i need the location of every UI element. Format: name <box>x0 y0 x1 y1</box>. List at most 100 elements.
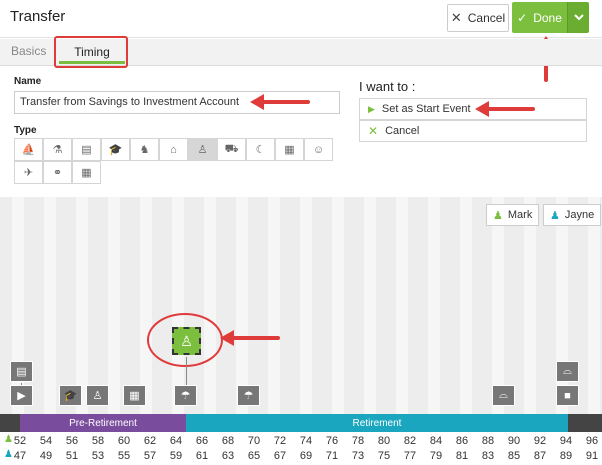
money-bag-icon: ♙ <box>92 390 103 402</box>
timeline-stripe <box>332 197 344 415</box>
timeline-event-marker[interactable]: ⌓ <box>492 385 515 406</box>
phase-pre-retirement[interactable]: Pre-Retirement <box>20 414 186 432</box>
timeline-stripe <box>204 197 216 415</box>
age-label: 76 <box>325 435 339 447</box>
name-label: Name <box>14 76 42 87</box>
timeline-stripe <box>460 197 472 415</box>
close-icon: ✕ <box>450 10 462 25</box>
age-label: 51 <box>65 450 79 462</box>
timeline-stripe <box>140 197 152 415</box>
age-label: 70 <box>247 435 261 447</box>
timeline-bar-start <box>0 414 20 432</box>
moon-icon: ☾ <box>255 144 266 156</box>
age-label: 71 <box>325 450 339 462</box>
money-bag-icon: ♙ <box>197 144 208 156</box>
timeline-event-marker[interactable]: ▤ <box>10 361 33 382</box>
type-rocking-horse[interactable]: ♞ <box>130 138 159 161</box>
age-label: 81 <box>455 450 469 462</box>
play-icon: ▶ <box>368 103 375 114</box>
tab-basics[interactable]: Basics <box>11 44 46 58</box>
age-label: 56 <box>65 435 79 447</box>
flask-icon: ⚗ <box>52 144 63 156</box>
timeline-start-marker[interactable]: ▶ <box>10 385 33 406</box>
timeline-stripe <box>428 197 440 415</box>
age-label: 55 <box>117 450 131 462</box>
age-label: 90 <box>507 435 521 447</box>
graduation-cap-icon: 🎓 <box>63 390 78 402</box>
type-book[interactable]: ▤ <box>72 138 101 161</box>
age-label: 67 <box>273 450 287 462</box>
timeline-stripe <box>76 197 88 415</box>
type-house[interactable]: ⌂ <box>159 138 188 161</box>
timeline-stripe <box>396 197 408 415</box>
person-name: Jayne <box>564 209 595 221</box>
person-toggle-jayne[interactable]: ♟ Jayne <box>543 204 602 226</box>
age-label: 86 <box>455 435 469 447</box>
age-label: 49 <box>39 450 53 462</box>
annotation-box <box>54 36 128 68</box>
type-graduation[interactable]: 🎓 <box>101 138 130 161</box>
timeline-event-marker[interactable]: ⌓ <box>556 361 579 382</box>
age-label: 59 <box>169 450 183 462</box>
timeline-stripe <box>492 197 504 415</box>
age-label: 52 <box>13 435 27 447</box>
type-family[interactable]: ☺ <box>304 138 333 161</box>
age-label: 82 <box>403 435 417 447</box>
type-moon[interactable]: ☾ <box>246 138 275 161</box>
type-money-bag[interactable]: ♙ <box>188 138 217 161</box>
timeline-event-marker[interactable]: ☂ <box>237 385 260 406</box>
timeline-event-marker[interactable]: ▦ <box>123 385 146 406</box>
age-label: 63 <box>221 450 235 462</box>
umbrella-icon: ☂ <box>180 390 191 402</box>
timeline-stripe <box>556 197 568 415</box>
timeline-event-marker[interactable]: 🎓 <box>59 385 82 406</box>
phase-retirement[interactable]: Retirement <box>186 414 568 432</box>
type-sailboat[interactable]: ⛵ <box>14 138 43 161</box>
age-label: 79 <box>429 450 443 462</box>
age-label: 57 <box>143 450 157 462</box>
marker-stem <box>21 383 22 385</box>
timeline: ♟ Mark ♟ Jayne ▤ ▶ 🎓 ♙ ▦ ♙ ☂ ☂ ⌓ ⌓ ■ Pre… <box>0 197 602 465</box>
type-rings[interactable]: ⚭ <box>43 161 72 184</box>
done-button[interactable]: ✓ Done <box>512 2 567 33</box>
timeline-event-marker[interactable]: ♙ <box>86 385 109 406</box>
done-dropdown-button[interactable] <box>567 2 589 33</box>
type-flask[interactable]: ⚗ <box>43 138 72 161</box>
cancel-button[interactable]: ✕ Cancel <box>447 4 509 32</box>
selected-event-marker[interactable]: ♙ <box>172 327 201 355</box>
type-label: Type <box>14 125 37 136</box>
timeline-stripe <box>588 197 600 415</box>
timeline-end-marker[interactable]: ■ <box>556 385 579 406</box>
type-car[interactable]: ⛟ <box>217 138 246 161</box>
timeline-event-marker[interactable]: ☂ <box>174 385 197 406</box>
cancel-option[interactable]: ✕ Cancel <box>359 120 587 142</box>
dialog-title: Transfer <box>10 8 66 25</box>
timeline-stripe <box>300 197 312 415</box>
person-toggle-mark[interactable]: ♟ Mark <box>486 204 540 226</box>
calendar-icon: ▦ <box>129 390 140 402</box>
type-gift[interactable]: ▦ <box>275 138 304 161</box>
age-label: 64 <box>169 435 183 447</box>
person-icon: ♟ <box>550 209 560 222</box>
age-label: 69 <box>299 450 313 462</box>
age-label: 53 <box>91 450 105 462</box>
book-icon: ▤ <box>81 144 92 156</box>
gift-icon: ▦ <box>284 144 295 156</box>
age-label: 72 <box>273 435 287 447</box>
age-label: 61 <box>195 450 209 462</box>
age-label: 92 <box>533 435 547 447</box>
check-icon: ✓ <box>517 10 528 25</box>
age-label: 83 <box>481 450 495 462</box>
person-name: Mark <box>507 209 533 221</box>
umbrella-icon: ☂ <box>243 390 254 402</box>
timeline-bar-end <box>568 414 602 432</box>
dialog-header: Transfer ✕ Cancel ✓ Done <box>0 0 602 38</box>
age-label: 87 <box>533 450 547 462</box>
annotation-arrow-left <box>475 101 535 117</box>
calendar-icon: ▦ <box>81 167 92 179</box>
age-label: 78 <box>351 435 365 447</box>
type-plane[interactable]: ✈ <box>14 161 43 184</box>
age-label: 77 <box>403 450 417 462</box>
type-calendar[interactable]: ▦ <box>72 161 101 184</box>
age-label: 75 <box>377 450 391 462</box>
